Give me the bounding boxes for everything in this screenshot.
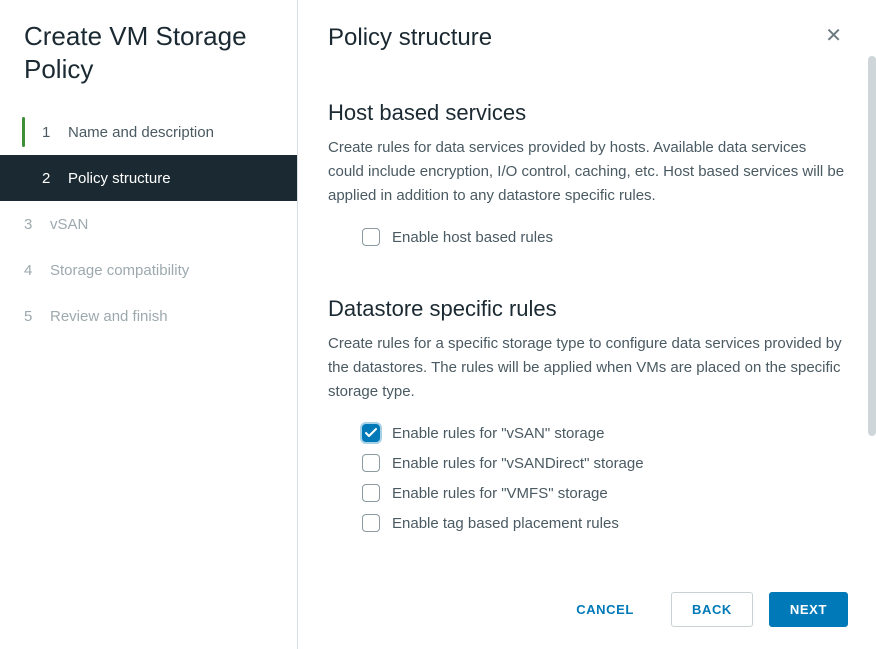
step-label: vSAN [50,216,88,233]
section-divider [328,252,846,296]
cancel-button[interactable]: CANCEL [555,592,655,627]
step-number: 3 [24,216,36,233]
step-number: 1 [42,124,54,141]
host-section-description: Create rules for data services provided … [328,136,846,208]
checkbox-icon[interactable] [362,454,380,472]
section-host-based-services: Host based services Create rules for dat… [328,100,846,252]
step-number: 2 [42,170,54,187]
wizard-steps: 1 Name and description 2 Policy structur… [0,109,297,339]
step-label: Storage compatibility [50,262,189,279]
checkbox-enable-vmfs-storage[interactable]: Enable rules for "VMFS" storage [328,478,846,508]
wizard-main: Policy structure ✕ Host based services C… [298,0,876,649]
back-button[interactable]: BACK [671,592,753,627]
checkbox-icon[interactable] [362,228,380,246]
wizard-dialog: Create VM Storage Policy 1 Name and desc… [0,0,876,649]
section-datastore-specific-rules: Datastore specific rules Create rules fo… [328,296,846,538]
step-review-and-finish: 5 Review and finish [0,293,297,339]
checkbox-label: Enable rules for "vSANDirect" storage [392,455,644,472]
step-label: Policy structure [68,170,171,187]
step-number: 5 [24,308,36,325]
checkbox-icon[interactable] [362,424,380,442]
checkbox-label: Enable rules for "vSAN" storage [392,425,604,442]
checkbox-enable-vsan-storage[interactable]: Enable rules for "vSAN" storage [328,418,846,448]
close-icon[interactable]: ✕ [821,24,846,48]
checkbox-enable-host-based-rules[interactable]: Enable host based rules [328,222,846,252]
next-button[interactable]: NEXT [769,592,848,627]
page-header: Policy structure ✕ [328,24,846,100]
checkbox-enable-tag-based-placement[interactable]: Enable tag based placement rules [328,508,846,538]
host-section-title: Host based services [328,100,846,126]
step-label: Name and description [68,124,214,141]
wizard-footer: CANCEL BACK NEXT [298,576,876,649]
checkbox-icon[interactable] [362,484,380,502]
checkbox-enable-vsandirect-storage[interactable]: Enable rules for "vSANDirect" storage [328,448,846,478]
wizard-sidebar: Create VM Storage Policy 1 Name and desc… [0,0,298,649]
step-number: 4 [24,262,36,279]
main-content: Policy structure ✕ Host based services C… [298,0,876,576]
checkbox-icon[interactable] [362,514,380,532]
step-vsan: 3 vSAN [0,201,297,247]
step-label: Review and finish [50,308,168,325]
step-storage-compatibility: 4 Storage compatibility [0,247,297,293]
datastore-section-title: Datastore specific rules [328,296,846,322]
scrollbar[interactable] [868,56,876,436]
page-title: Policy structure [328,24,492,52]
step-name-and-description[interactable]: 1 Name and description [0,109,297,155]
step-policy-structure[interactable]: 2 Policy structure [0,155,297,201]
checkbox-label: Enable tag based placement rules [392,515,619,532]
checkbox-label: Enable host based rules [392,229,553,246]
datastore-section-description: Create rules for a specific storage type… [328,332,846,404]
wizard-title: Create VM Storage Policy [0,20,297,109]
checkbox-label: Enable rules for "VMFS" storage [392,485,608,502]
